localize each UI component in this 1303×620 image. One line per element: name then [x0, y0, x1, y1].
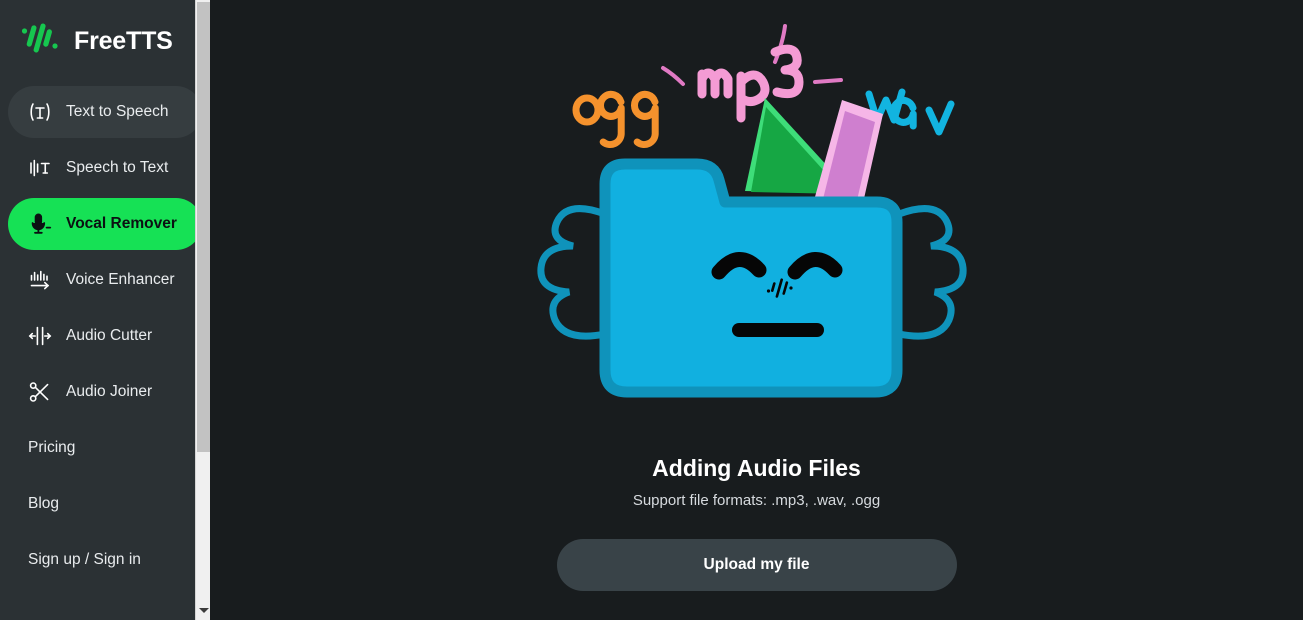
sidebar-item-label: Vocal Remover	[66, 215, 177, 232]
smiling-folder-illustration	[497, 6, 1017, 441]
upload-my-file-button[interactable]: Upload my file	[556, 539, 957, 591]
sidebar-item-speech-to-text[interactable]: Speech to Text	[8, 142, 202, 194]
scrollbar-thumb[interactable]	[197, 2, 210, 452]
speech-to-text-icon	[28, 156, 52, 180]
freetts-waveform-logo-icon	[18, 21, 60, 61]
main-content: Adding Audio Files Support file formats:…	[210, 0, 1303, 620]
sidebar-item-label: Audio Joiner	[66, 383, 153, 400]
app-root: FreeTTS Text to Speech Speech to Text Vo…	[0, 0, 1303, 620]
label-mp3	[697, 44, 803, 123]
sidebar-item-audio-cutter[interactable]: Audio Cutter	[8, 310, 202, 362]
sidebar-link-label: Sign up / Sign in	[28, 551, 141, 568]
sidebar-link-label: Blog	[28, 495, 60, 512]
scrollbar-down-arrow[interactable]	[196, 602, 210, 618]
sidebar-item-audio-joiner[interactable]: Audio Joiner	[8, 366, 202, 418]
brand[interactable]: FreeTTS	[0, 0, 210, 68]
chevron-down-icon	[198, 607, 209, 613]
label-wav	[865, 88, 954, 136]
sidebar-item-voice-enhancer[interactable]: Voice Enhancer	[8, 254, 202, 306]
audio-joiner-scissors-icon	[28, 380, 52, 404]
supported-formats-text: Support file formats: .mp3, .wav, .ogg	[632, 492, 881, 509]
sidebar-item-label: Audio Cutter	[66, 327, 153, 344]
folder-body	[599, 158, 902, 398]
label-ogg	[572, 90, 659, 149]
sidebar-link-label: Pricing	[28, 439, 76, 456]
text-to-speech-icon	[28, 100, 52, 124]
sidebar-item-text-to-speech[interactable]: Text to Speech	[8, 86, 202, 138]
sidebar-item-vocal-remover[interactable]: Vocal Remover	[8, 198, 202, 250]
vocal-remover-mic-icon	[28, 212, 52, 236]
sidebar-link-pricing[interactable]: Pricing	[8, 422, 202, 474]
sidebar-scrollbar[interactable]	[195, 0, 210, 620]
sidebar-nav: Text to Speech Speech to Text Vocal Remo…	[0, 68, 210, 586]
page-title: Adding Audio Files	[652, 455, 861, 481]
pink-audio-sheet	[812, 100, 883, 212]
sidebar-link-blog[interactable]: Blog	[8, 478, 202, 530]
brand-name: FreeTTS	[74, 26, 173, 55]
audio-cutter-icon	[28, 324, 52, 348]
sidebar-item-label: Voice Enhancer	[66, 271, 175, 288]
sidebar-item-label: Text to Speech	[66, 103, 169, 120]
sidebar-item-label: Speech to Text	[66, 159, 169, 176]
sidebar-link-signup-signin[interactable]: Sign up / Sign in	[8, 534, 202, 586]
sidebar: FreeTTS Text to Speech Speech to Text Vo…	[0, 0, 210, 620]
voice-enhancer-icon	[28, 268, 52, 292]
